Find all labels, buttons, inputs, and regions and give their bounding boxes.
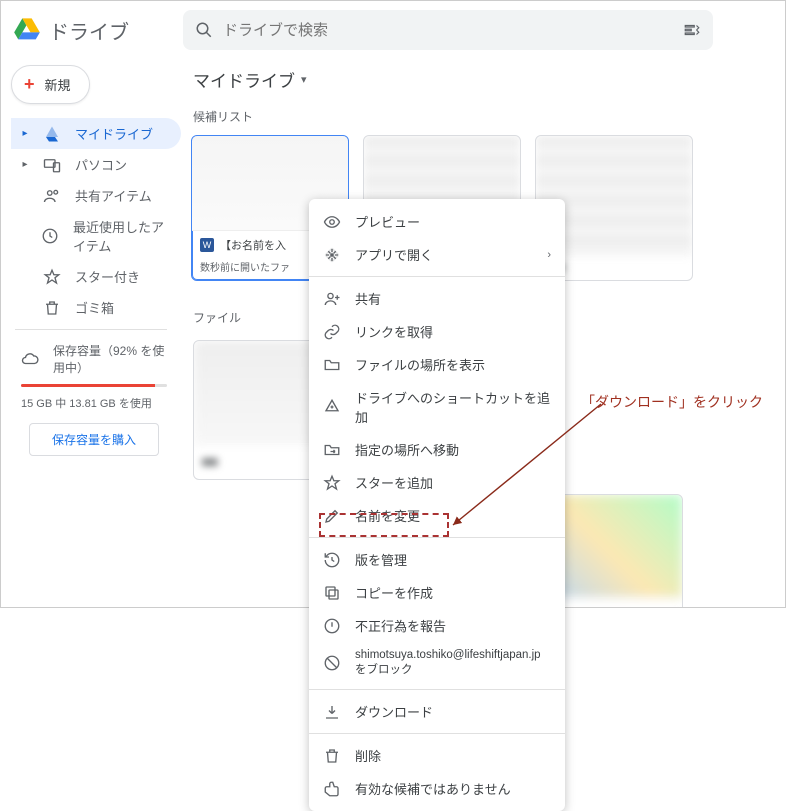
menu-item-label: リンクを取得 [355, 322, 433, 341]
download-icon [323, 703, 341, 721]
search-input[interactable] [223, 22, 673, 39]
nav-label: パソコン [75, 155, 127, 174]
new-button-label: 新規 [45, 75, 71, 94]
chevron-down-icon: ▾ [301, 73, 307, 86]
nav-label: 共有アイテム [75, 186, 152, 205]
chevron-right-icon: ▸ [21, 159, 29, 170]
menu-item-download[interactable]: ダウンロード [309, 695, 565, 728]
cloud-icon [21, 350, 39, 368]
block-icon [323, 654, 341, 672]
drive-add-icon [323, 398, 341, 416]
people-icon [43, 187, 61, 205]
menu-item-label: コピーを作成 [355, 583, 433, 602]
menu-item-link[interactable]: リンクを取得 [309, 315, 565, 348]
file-name: 【お名前を入 [220, 237, 286, 253]
menu-item-label: 共有 [355, 289, 381, 308]
menu-item-label: アプリで開く [355, 245, 433, 264]
suggested-title: 候補リスト [189, 108, 785, 135]
nav-item-clock[interactable]: 最近使用したアイテム [11, 211, 181, 261]
nav-label: マイドライブ [75, 124, 153, 143]
clock-icon [41, 227, 59, 245]
menu-item-eye[interactable]: プレビュー [309, 205, 565, 238]
link-icon [323, 323, 341, 341]
app-header: ドライブ [1, 1, 785, 59]
drive-icon [43, 125, 61, 143]
copy-icon [323, 584, 341, 602]
menu-item-label: プレビュー [355, 212, 420, 231]
search-options-icon[interactable] [683, 21, 701, 39]
search-icon [195, 21, 213, 39]
app-logo[interactable]: ドライブ [13, 16, 171, 45]
star-icon [43, 268, 61, 286]
drive-logo-icon [13, 16, 41, 44]
search-bar[interactable] [183, 10, 713, 50]
storage-text: 15 GB 中 13.81 GB を使用 [21, 395, 167, 411]
eye-icon [323, 213, 341, 231]
menu-item-label: 有効な候補ではありません [355, 779, 511, 798]
new-button[interactable]: + 新規 [11, 65, 90, 104]
nav-label: スター付き [75, 267, 140, 286]
app-name: ドライブ [49, 16, 129, 45]
menu-item-alert[interactable]: 不正行為を報告 [309, 609, 565, 642]
annotation-arrow [441, 399, 621, 539]
menu-item-folder[interactable]: ファイルの場所を表示 [309, 348, 565, 381]
menu-item-label: ダウンロード [355, 702, 433, 721]
star-icon [323, 474, 341, 492]
nav-label: ゴミ箱 [75, 298, 114, 317]
menu-item-label: 名前を変更 [355, 506, 420, 525]
nav-item-devices[interactable]: ▸ パソコン [11, 149, 181, 180]
folder-icon [323, 356, 341, 374]
pencil-icon [323, 507, 341, 525]
menu-item-trash[interactable]: 削除 [309, 739, 565, 772]
plus-icon: + [24, 74, 35, 95]
devices-icon [43, 156, 61, 174]
move-icon [323, 441, 341, 459]
menu-item-person-add[interactable]: 共有 [309, 282, 565, 315]
menu-item-block[interactable]: shimotsuya.toshiko@lifeshiftjapan.jp をブロ… [309, 642, 565, 684]
nav-item-trash[interactable]: ゴミ箱 [11, 292, 181, 323]
person-add-icon [323, 290, 341, 308]
menu-item-copy[interactable]: コピーを作成 [309, 576, 565, 609]
menu-item-label: 削除 [355, 746, 381, 765]
menu-item-history[interactable]: 版を管理 [309, 543, 565, 576]
menu-item-label: スターを追加 [355, 473, 433, 492]
nav-item-star[interactable]: スター付き [11, 261, 181, 292]
chevron-right-icon: › [547, 249, 551, 261]
menu-item-open[interactable]: アプリで開く › [309, 238, 565, 271]
storage-section: 保存容量（92% を使用中） 15 GB 中 13.81 GB を使用 保存容量… [11, 332, 181, 456]
word-icon: W [200, 238, 214, 252]
nav-label: 最近使用したアイテム [73, 217, 169, 255]
buy-storage-button[interactable]: 保存容量を購入 [29, 423, 159, 456]
thumb-down-icon [323, 780, 341, 798]
alert-icon [323, 617, 341, 635]
menu-item-thumb-down[interactable]: 有効な候補ではありません [309, 772, 565, 805]
open-icon [323, 246, 341, 264]
sidebar: + 新規 ▸ マイドライブ ▸ パソコン共有アイテム最近使用したアイテムスター付きゴミ… [1, 59, 181, 607]
nav-item-drive[interactable]: ▸ マイドライブ [11, 118, 181, 149]
menu-item-label: ファイルの場所を表示 [355, 355, 485, 374]
menu-item-label: 不正行為を報告 [355, 616, 446, 635]
chevron-right-icon: ▸ [21, 128, 29, 139]
history-icon [323, 551, 341, 569]
storage-label: 保存容量（92% を使用中） [53, 342, 167, 376]
storage-bar [21, 384, 167, 387]
menu-item-label: 版を管理 [355, 550, 407, 569]
breadcrumb-label: マイドライブ [193, 67, 295, 92]
trash-icon [43, 299, 61, 317]
annotation-callout: 「ダウンロード」をクリック [581, 392, 763, 412]
breadcrumb[interactable]: マイドライブ ▾ [189, 65, 785, 108]
menu-item-label: shimotsuya.toshiko@lifeshiftjapan.jp をブロ… [355, 649, 551, 677]
nav-item-people[interactable]: 共有アイテム [11, 180, 181, 211]
trash-icon [323, 747, 341, 765]
